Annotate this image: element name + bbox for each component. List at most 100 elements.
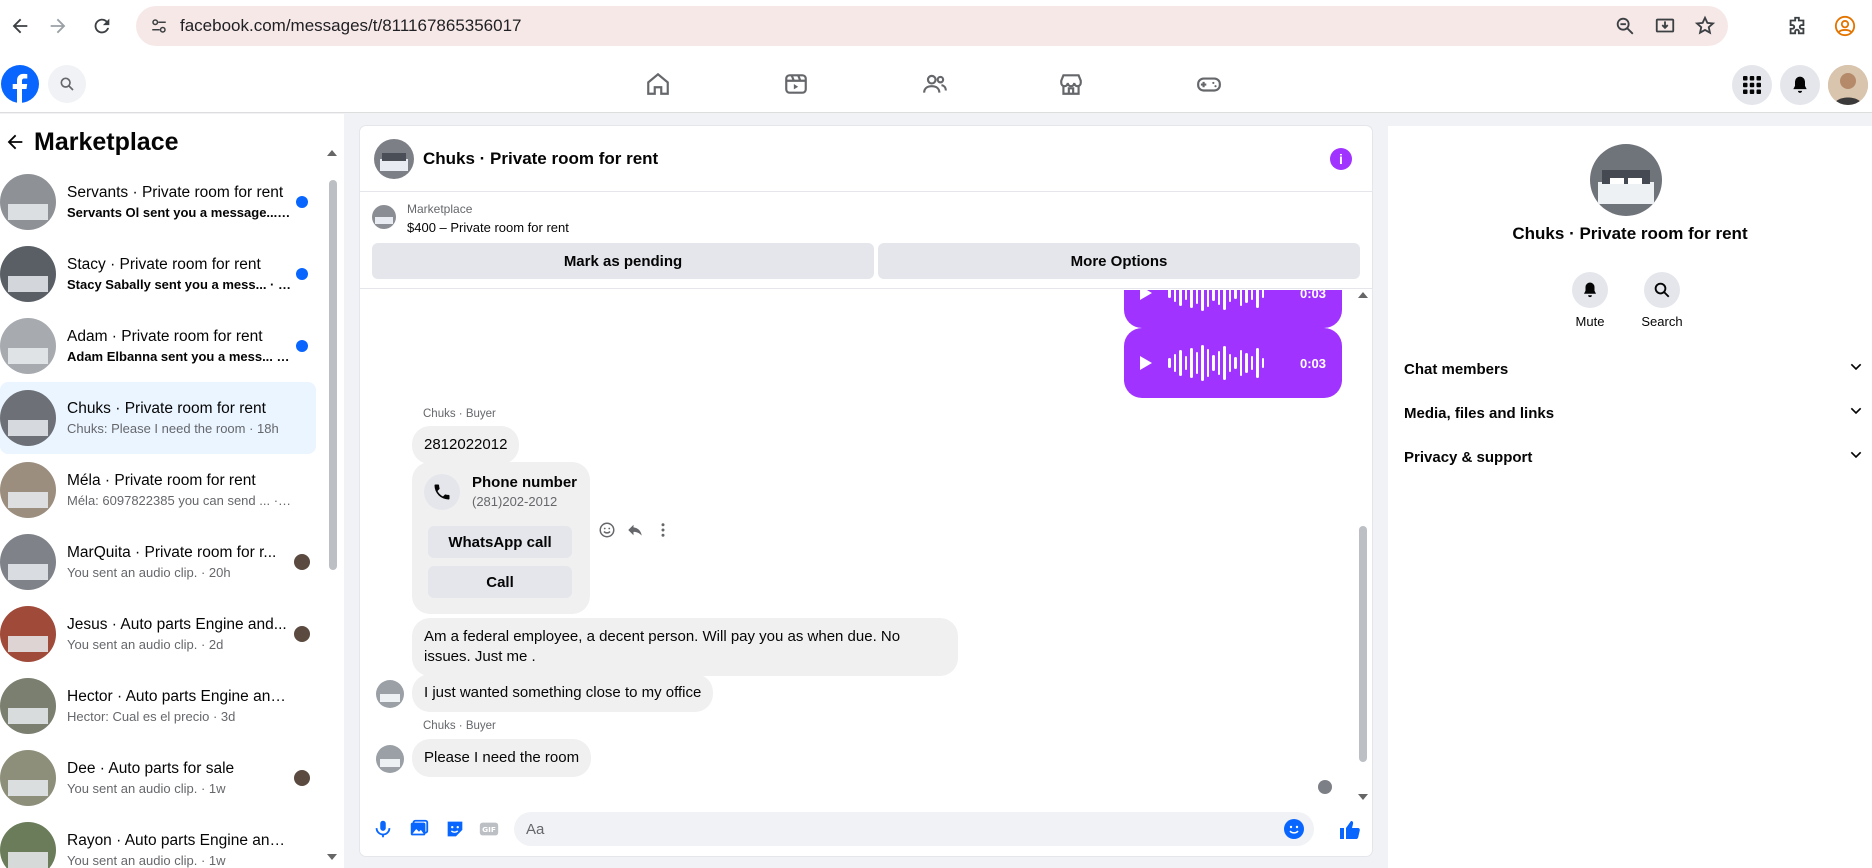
conversation-item[interactable]: Stacy · Private room for rent Stacy Sabal… — [0, 238, 316, 310]
sticker-icon[interactable] — [444, 818, 466, 840]
section-chat-members[interactable]: Chat members — [1404, 352, 1864, 386]
info-icon[interactable]: i — [1330, 148, 1352, 170]
bell-icon[interactable] — [1572, 272, 1608, 308]
gaming-icon[interactable] — [1194, 69, 1224, 99]
facebook-header — [0, 55, 1872, 113]
listing-thumbnail[interactable] — [372, 205, 396, 229]
search-label: Search — [1641, 314, 1683, 329]
message-thread: 0:03 0:03 Chuks · Buyer 2812022012 Phone… — [360, 290, 1372, 802]
sidebar-scrollbar[interactable] — [326, 150, 338, 860]
message-bubble[interactable]: 2812022012 — [412, 426, 520, 464]
facebook-logo-icon[interactable] — [1, 65, 39, 103]
chevron-down-icon — [1848, 359, 1864, 379]
chat-header: Chuks · Private room for rent i — [360, 126, 1372, 192]
install-app-icon[interactable] — [1654, 15, 1676, 37]
conversation-item[interactable]: Méla · Private room for rent Méla: 609782… — [0, 454, 316, 526]
phone-card-title: Phone number — [472, 474, 578, 491]
home-icon[interactable] — [643, 69, 673, 99]
listing-title[interactable]: $400 – Private room for rent — [407, 220, 569, 235]
mark-as-pending-button[interactable]: Mark as pending — [372, 243, 874, 279]
conversation-thumbnail — [0, 750, 56, 806]
conversation-name: MarQuita · Private room for r... — [67, 544, 277, 561]
more-actions-icon[interactable] — [654, 521, 672, 544]
back-arrow-icon[interactable] — [4, 131, 26, 153]
conversation-item[interactable]: Servants · Private room for rent Servants… — [0, 166, 316, 238]
extensions-icon[interactable] — [1786, 15, 1808, 37]
url-text[interactable]: facebook.com/messages/t/811167865356017 — [180, 16, 522, 36]
search-action[interactable]: Search — [1632, 272, 1692, 329]
chat-title[interactable]: Chuks · Private room for rent — [423, 149, 658, 169]
unread-dot — [296, 340, 308, 352]
sidebar-title: Marketplace — [34, 127, 179, 156]
conversation-item[interactable]: Adam · Private room for rent Adam Elbanna… — [0, 310, 316, 382]
conversation-name: Jesus · Auto parts Engine and... — [67, 616, 287, 633]
bookmark-star-icon[interactable] — [1694, 15, 1716, 37]
conversation-name: Chuks · Private room for rent — [67, 400, 266, 417]
photo-icon[interactable] — [408, 818, 430, 840]
conversation-item[interactable]: Dee · Auto parts for sale You sent an aud… — [0, 742, 316, 814]
conversation-item[interactable]: MarQuita · Private room for r... You sent… — [0, 526, 316, 598]
conversation-preview: Stacy Sabally sent you a mess... · 13h — [67, 277, 293, 292]
conversation-item[interactable]: Rayon · Auto parts Engine and ... You sen… — [0, 814, 316, 868]
reload-icon[interactable] — [82, 6, 122, 46]
react-emoji-icon[interactable] — [598, 521, 616, 544]
account-avatar[interactable] — [1828, 65, 1868, 105]
forward-icon[interactable] — [38, 6, 78, 46]
details-avatar[interactable] — [1590, 144, 1662, 216]
waveform-icon — [1168, 290, 1264, 313]
conversation-thumbnail — [0, 462, 56, 518]
like-thumbs-up-icon[interactable] — [1338, 818, 1360, 840]
gif-icon[interactable]: GIF — [478, 818, 500, 840]
message-input-placeholder: Aa — [526, 820, 545, 838]
chat-avatar[interactable] — [374, 138, 414, 179]
message-bubble[interactable]: Please I need the room — [412, 739, 592, 777]
reply-icon[interactable] — [626, 521, 644, 544]
message-actions — [598, 521, 672, 544]
section-privacy-support[interactable]: Privacy & support — [1404, 440, 1864, 474]
emoji-icon[interactable] — [1284, 819, 1304, 839]
conversation-preview: Adam Elbanna sent you a mess... · 14h — [67, 349, 293, 364]
video-icon[interactable] — [781, 69, 811, 99]
conversation-item[interactable]: Hector · Auto parts Engine and ... Hector… — [0, 670, 316, 742]
play-icon[interactable] — [1140, 356, 1152, 370]
zoom-icon[interactable] — [1614, 15, 1636, 37]
more-options-button[interactable]: More Options — [878, 243, 1360, 279]
conversation-name: Hector · Auto parts Engine and ... — [67, 688, 293, 705]
play-icon[interactable] — [1140, 290, 1152, 300]
unread-dot — [296, 268, 308, 280]
marketplace-label: Marketplace — [407, 202, 473, 216]
notifications-bell-icon[interactable] — [1780, 65, 1820, 105]
search-icon[interactable] — [48, 65, 86, 103]
address-bar[interactable]: facebook.com/messages/t/811167865356017 — [136, 6, 1728, 46]
friends-icon[interactable] — [920, 69, 950, 99]
chat-scrollbar[interactable] — [1356, 292, 1370, 800]
phone-card-number: (281)202-2012 — [472, 494, 558, 509]
search-icon[interactable] — [1644, 272, 1680, 308]
conversation-thumbnail — [0, 390, 56, 446]
chevron-down-icon — [1848, 447, 1864, 467]
conversation-thumbnail — [0, 174, 56, 230]
back-icon[interactable] — [0, 6, 40, 46]
message-input[interactable]: Aa — [514, 812, 1314, 846]
conversation-item[interactable]: Jesus · Auto parts Engine and... You sent… — [0, 598, 316, 670]
menu-grid-icon[interactable] — [1732, 65, 1772, 105]
audio-message[interactable]: 0:03 — [1124, 328, 1342, 398]
profile-icon[interactable] — [1834, 15, 1856, 37]
mute-action[interactable]: Mute — [1560, 272, 1620, 329]
marketplace-icon[interactable] — [1056, 69, 1086, 99]
audio-message[interactable]: 0:03 — [1124, 290, 1342, 328]
call-button[interactable]: Call — [428, 566, 572, 598]
section-label: Chat members — [1404, 360, 1509, 378]
conversation-thumbnail — [0, 318, 56, 374]
message-bubble[interactable]: I just wanted something close to my offi… — [412, 674, 714, 712]
conversation-name: Méla · Private room for rent — [67, 472, 256, 489]
site-settings-icon[interactable] — [150, 17, 168, 40]
conversation-item[interactable]: Chuks · Private room for rent Chuks: Plea… — [0, 382, 316, 454]
message-bubble[interactable]: Am a federal employee, a decent person. … — [412, 618, 958, 676]
section-media-files-links[interactable]: Media, files and links — [1404, 396, 1864, 430]
conversation-details-panel: Chuks · Private room for rent Mute Searc… — [1388, 126, 1872, 868]
conversation-preview: Hector: Cual es el precio · 3d — [67, 709, 236, 724]
chat-panel: Chuks · Private room for rent i Marketpl… — [360, 126, 1372, 856]
whatsapp-call-button[interactable]: WhatsApp call — [428, 526, 572, 558]
microphone-icon[interactable] — [372, 818, 394, 840]
